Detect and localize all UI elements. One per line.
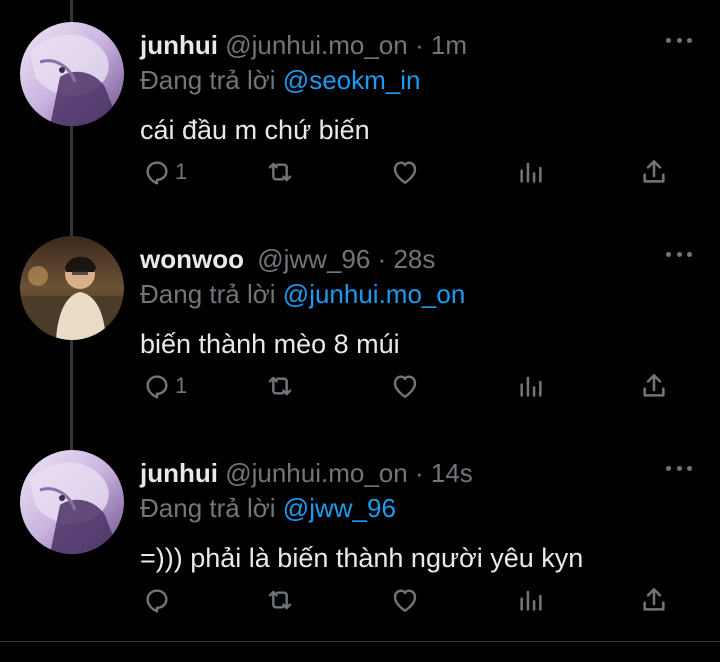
retweet-button[interactable] — [264, 578, 296, 622]
like-button[interactable] — [389, 364, 421, 408]
reply-icon — [146, 161, 168, 185]
share-icon — [643, 160, 665, 183]
views-icon — [520, 590, 542, 611]
wonwoo-avatar-image — [20, 236, 124, 340]
share-icon — [643, 374, 665, 397]
avatar[interactable] — [20, 236, 124, 340]
tweet-header: wonwoo @jww_96 · 28s — [140, 242, 660, 276]
reply-button[interactable]: 1 — [141, 364, 187, 408]
retweet-icon — [268, 590, 292, 610]
replying-to: Đang trả lời @jww_96 — [140, 491, 396, 525]
share-button[interactable] — [638, 364, 670, 408]
reply-button[interactable] — [141, 578, 175, 622]
retweet-icon — [268, 162, 292, 182]
display-name[interactable]: junhui — [140, 458, 218, 488]
like-button[interactable] — [389, 150, 421, 194]
separator-dot: · — [377, 244, 387, 274]
more-icon[interactable] — [666, 244, 692, 264]
timestamp[interactable]: 28s — [393, 244, 435, 274]
tweet-header: junhui @junhui.mo_on · 1m — [140, 28, 660, 62]
views-icon — [520, 162, 542, 183]
avatar[interactable] — [20, 22, 124, 126]
mention-link[interactable]: @junhui.mo_on — [283, 279, 466, 309]
replying-to: Đang trả lời @seokm_in — [140, 63, 420, 97]
replying-to: Đang trả lời @junhui.mo_on — [140, 277, 465, 311]
share-button[interactable] — [638, 578, 670, 622]
like-icon — [393, 375, 417, 398]
reply-button[interactable]: 1 — [141, 150, 187, 194]
retweet-button[interactable] — [264, 150, 296, 194]
more-icon[interactable] — [666, 30, 692, 50]
user-handle[interactable]: @jww_96 — [257, 244, 370, 274]
tweet-actions: 1 — [0, 364, 720, 408]
tweet-actions — [0, 578, 720, 622]
replying-to-label: Đang trả lời — [140, 493, 276, 523]
replying-to-label: Đang trả lời — [140, 279, 276, 309]
separator-dot: · — [414, 458, 424, 488]
tweet[interactable]: junhui @junhui.mo_on · 1m Đang trả lời @… — [0, 0, 720, 214]
tweet[interactable]: wonwoo @jww_96 · 28s Đang trả lời @junhu… — [0, 214, 720, 428]
timestamp[interactable]: 14s — [431, 458, 473, 488]
avatar[interactable] — [20, 450, 124, 554]
like-button[interactable] — [389, 578, 421, 622]
separator-dot: · — [414, 30, 424, 60]
replying-to-label: Đang trả lời — [140, 65, 276, 95]
views-button[interactable] — [515, 364, 547, 408]
tweet-divider — [0, 641, 720, 642]
share-icon — [643, 588, 665, 611]
timestamp[interactable]: 1m — [431, 30, 467, 60]
retweet-icon — [268, 376, 292, 396]
tweet-actions: 1 — [0, 150, 720, 194]
views-icon — [520, 376, 542, 397]
more-icon[interactable] — [666, 458, 692, 478]
retweet-button[interactable] — [264, 364, 296, 408]
junhui-avatar-image — [20, 22, 124, 126]
like-icon — [393, 161, 417, 184]
reply-count: 1 — [175, 159, 188, 184]
mention-link[interactable]: @seokm_in — [283, 65, 421, 95]
tweet-text: biến thành mèo 8 múi — [140, 329, 400, 359]
tweet-header: junhui @junhui.mo_on · 14s — [140, 456, 660, 490]
tweet-text: cái đầu m chứ biến — [140, 115, 370, 145]
user-handle[interactable]: @junhui.mo_on — [225, 30, 408, 60]
reply-icon — [146, 589, 168, 613]
junhui-avatar-image — [20, 450, 124, 554]
mention-link[interactable]: @jww_96 — [283, 493, 396, 523]
tweet[interactable]: junhui @junhui.mo_on · 14s Đang trả lời … — [0, 428, 720, 642]
display-name[interactable]: wonwoo — [140, 244, 244, 274]
reply-icon — [146, 375, 168, 399]
display-name[interactable]: junhui — [140, 30, 218, 60]
tweet-text: =))) phải là biến thành người yêu kyn — [140, 543, 584, 573]
user-handle[interactable]: @junhui.mo_on — [225, 458, 408, 488]
views-button[interactable] — [515, 578, 547, 622]
views-button[interactable] — [515, 150, 547, 194]
reply-count: 1 — [175, 373, 188, 398]
like-icon — [393, 589, 417, 612]
share-button[interactable] — [638, 150, 670, 194]
